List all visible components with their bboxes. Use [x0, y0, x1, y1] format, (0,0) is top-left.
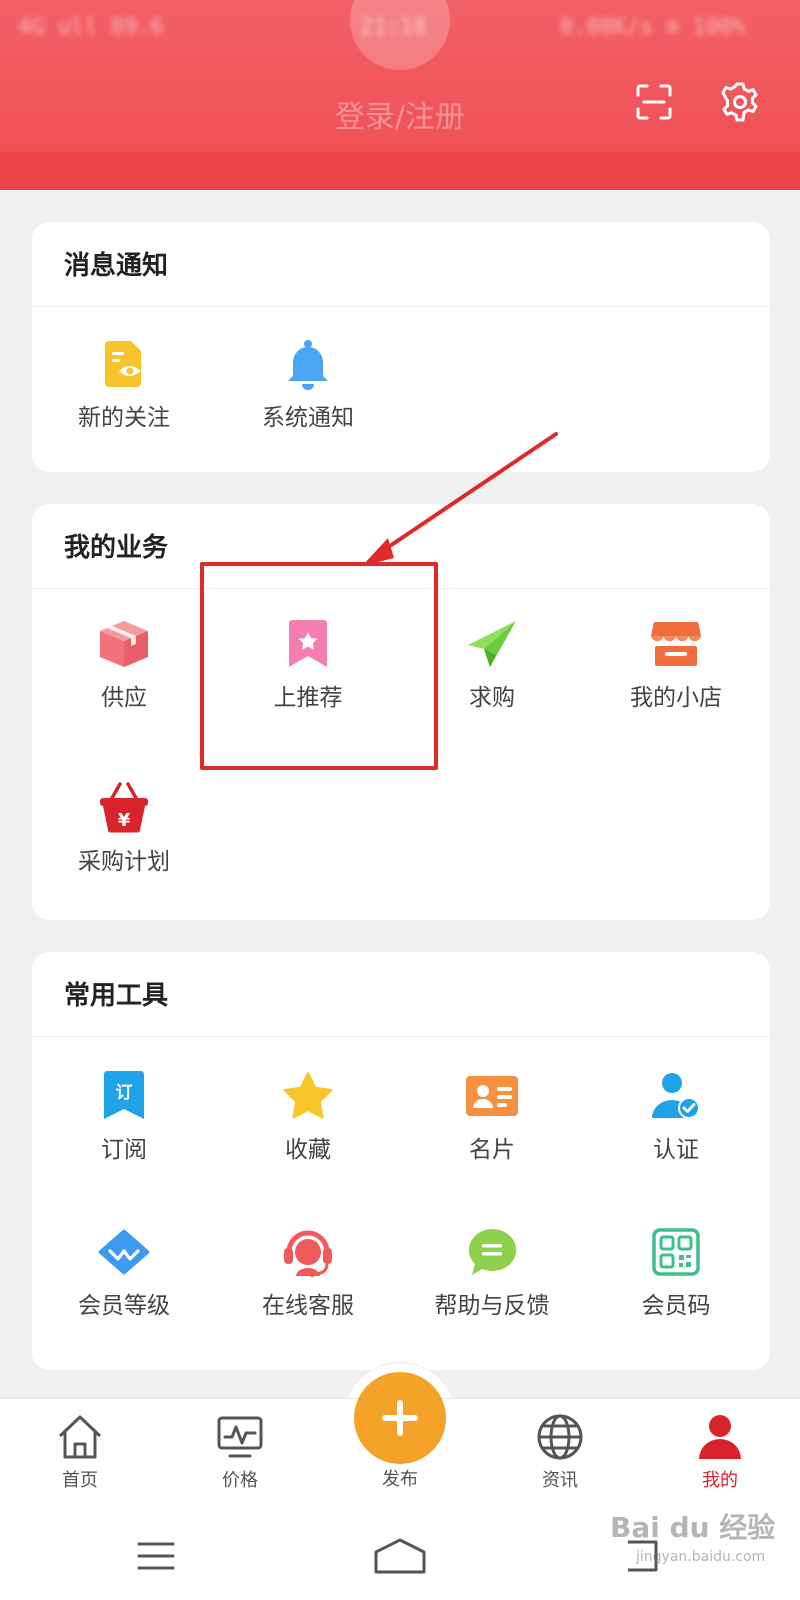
card-divider: [32, 306, 770, 307]
grid-item-purchase-plan[interactable]: ¥ 采购计划: [32, 764, 216, 884]
watermark-sub: jingyan.baidu.com: [636, 1549, 766, 1565]
bell-icon: [288, 340, 328, 390]
grid-item-member-level[interactable]: 会员等级: [32, 1208, 216, 1328]
header-band: [0, 152, 800, 190]
publish-button[interactable]: [354, 1372, 446, 1464]
business-title: 我的业务: [64, 533, 169, 563]
shop-icon: [651, 622, 701, 666]
grid-item-label: 认证: [653, 1137, 699, 1163]
follow-eye-icon: [105, 341, 141, 387]
bookmark-star-icon: [289, 620, 327, 667]
tools-title: 常用工具: [64, 981, 169, 1011]
grid-item-system-notice[interactable]: 系统通知: [216, 320, 400, 440]
menu-icon: [137, 1542, 175, 1570]
grid-item-subscribe[interactable]: 订 订阅: [32, 1052, 216, 1172]
grid-item-label: 系统通知: [262, 405, 354, 431]
paper-plane-icon: [468, 621, 516, 667]
yuan-basket-icon: ¥: [100, 782, 148, 833]
nav-item-label: 价格: [222, 1470, 258, 1491]
home-icon: [58, 1415, 102, 1459]
grid-item-label: 会员码: [641, 1293, 711, 1319]
headset-icon: [284, 1230, 332, 1277]
settings-button[interactable]: [714, 76, 766, 128]
grid-item-verification[interactable]: 认证: [584, 1052, 768, 1172]
grid-item-label: 名片: [469, 1137, 515, 1163]
price-chart-icon: [217, 1416, 263, 1458]
annotation-arrow: [362, 432, 558, 566]
nav-item-label: 资讯: [542, 1470, 578, 1491]
scan-button[interactable]: [628, 76, 680, 128]
subscribe-icon: 订: [104, 1071, 144, 1119]
plus-icon: [382, 1400, 418, 1436]
grid-item-label: 供应: [101, 685, 147, 711]
publish-label: 发布: [382, 1469, 418, 1490]
system-home-button[interactable]: [370, 1528, 430, 1584]
grid-item-customer-service[interactable]: 在线客服: [216, 1208, 400, 1328]
grid-item-label: 新的关注: [78, 405, 170, 431]
grid-item-label: 订阅: [101, 1137, 147, 1163]
grid-item-new-follow[interactable]: 新的关注: [32, 320, 216, 440]
messages-title: 消息通知: [64, 251, 169, 281]
system-menu-button[interactable]: [126, 1528, 186, 1584]
box-icon: [100, 621, 148, 667]
avatar[interactable]: [350, 0, 450, 70]
login-register-link[interactable]: 登录/注册: [300, 96, 500, 140]
nav-item-mine[interactable]: 我的: [640, 1399, 800, 1511]
grid-item-recommend[interactable]: 上推荐: [216, 600, 400, 720]
nav-item-price[interactable]: 价格: [160, 1399, 320, 1511]
grid-item-label: 收藏: [285, 1137, 331, 1163]
profile-header: 4G ull 89.6 21:18 0.08K/s ≋ 100% 登录/注册: [0, 0, 800, 190]
grid-item-help-feedback[interactable]: 帮助与反馈: [400, 1208, 584, 1328]
grid-item-favorites[interactable]: 收藏: [216, 1052, 400, 1172]
globe-icon: [537, 1414, 583, 1460]
verified-user-icon: [652, 1073, 700, 1119]
diamond-icon: [98, 1229, 150, 1275]
grid-item-supply[interactable]: 供应: [32, 600, 216, 720]
grid-item-label: 采购计划: [78, 849, 170, 875]
star-icon: [283, 1072, 333, 1119]
grid-item-label: 帮助与反馈: [434, 1293, 550, 1319]
nav-item-news[interactable]: 资讯: [480, 1399, 640, 1511]
grid-item-label: 会员等级: [78, 1293, 170, 1319]
user-icon: [699, 1415, 741, 1459]
grid-item-label: 上推荐: [273, 685, 343, 711]
qr-code-icon: [652, 1228, 700, 1276]
watermark: Bai du 经验 jingyan.baidu.com: [610, 1508, 790, 1588]
gear-icon: [721, 82, 758, 122]
status-right-info: 0.08K/s ≋ 100%: [560, 15, 746, 40]
chat-bubble-icon: [468, 1228, 517, 1275]
system-home-icon: [374, 1538, 426, 1574]
svg-text:¥: ¥: [118, 810, 131, 831]
status-signal: 4G ull 89.6: [18, 15, 164, 40]
grid-item-business-card[interactable]: 名片: [400, 1052, 584, 1172]
grid-item-member-code[interactable]: 会员码: [584, 1208, 768, 1328]
svg-text:订: 订: [116, 1083, 133, 1103]
grid-item-purchase-request[interactable]: 求购: [400, 600, 584, 720]
card-divider: [32, 588, 770, 589]
nav-item-home[interactable]: 首页: [0, 1399, 160, 1511]
scan-icon: [636, 84, 672, 120]
watermark-main: Bai du 经验: [610, 1511, 776, 1544]
card-icon: [466, 1076, 518, 1116]
grid-item-label: 我的小店: [630, 685, 722, 711]
grid-item-my-shop[interactable]: 我的小店: [584, 600, 768, 720]
grid-item-label: 求购: [469, 685, 515, 711]
grid-item-label: 在线客服: [262, 1293, 354, 1319]
tools-card: 常用工具 订 订阅 收藏 名片 认证 会员等级 在线客服 帮助与反馈 会员码: [32, 952, 770, 1370]
card-divider: [32, 1036, 770, 1037]
nav-item-label: 首页: [62, 1470, 98, 1491]
nav-item-label: 我的: [702, 1470, 738, 1491]
